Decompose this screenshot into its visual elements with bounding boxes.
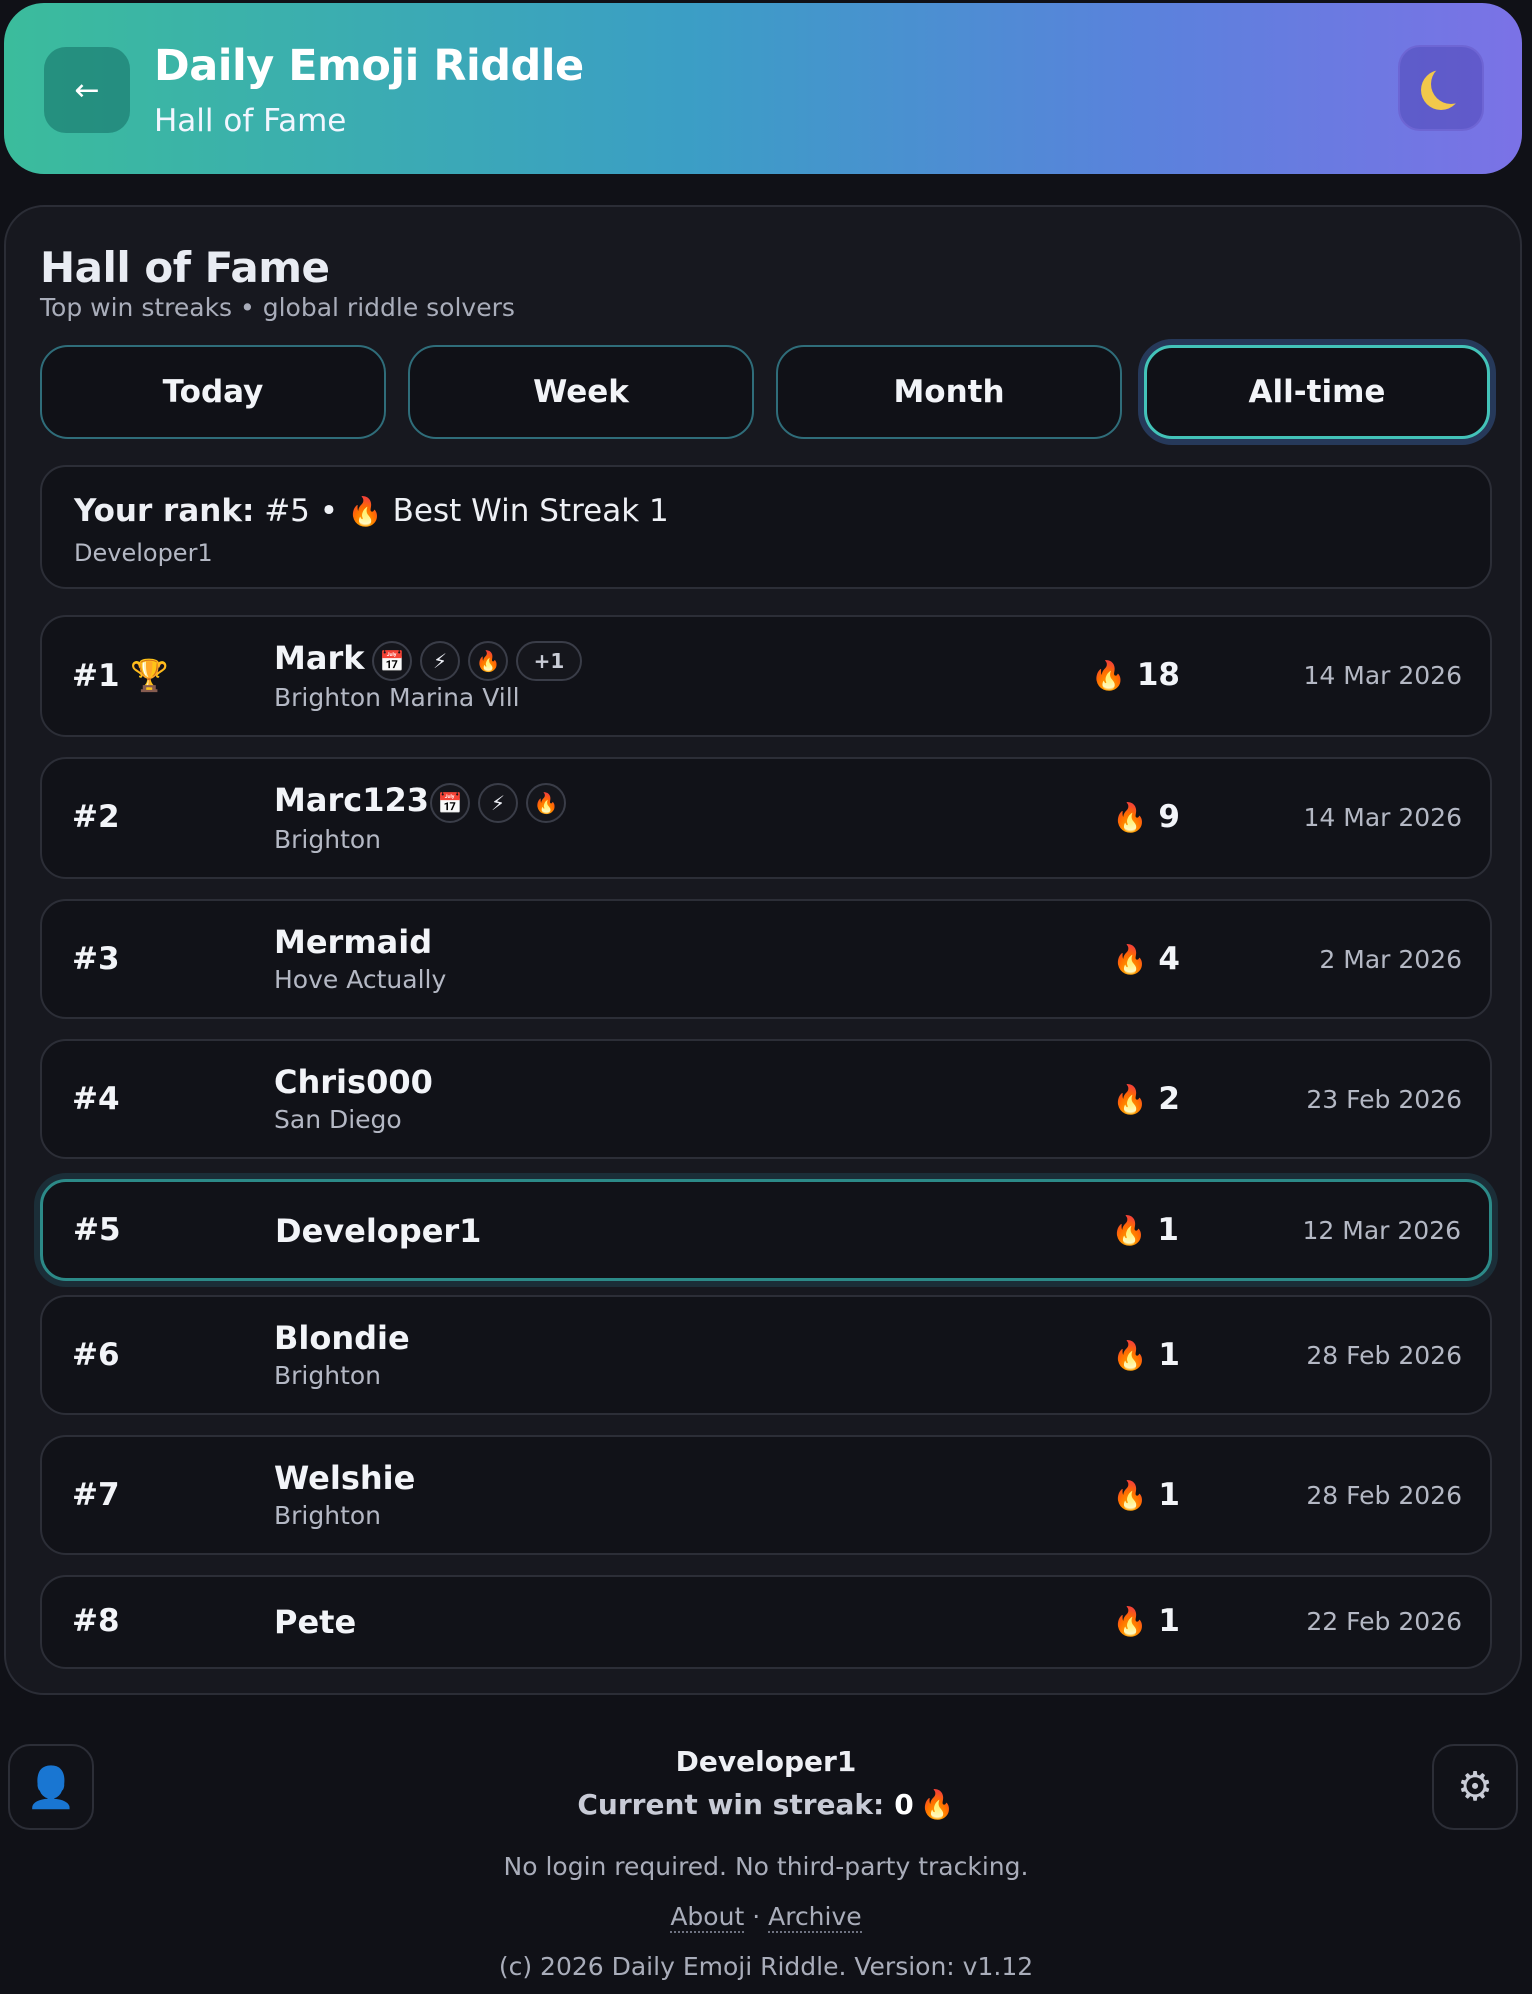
more-badges-count[interactable]: +1: [516, 641, 582, 681]
rank-number: #7: [72, 1477, 120, 1513]
streak-date: 22 Feb 2026: [1306, 1607, 1462, 1636]
calendar-badge-icon: 📅: [372, 641, 412, 681]
rank-number: #1 🏆: [72, 658, 169, 694]
leaderboard-row[interactable]: #2 Marc123 📅 ⚡ 🔥 Brighton 🔥 9 14 Mar 202…: [40, 757, 1492, 879]
streak-value: 🔥 9: [1112, 799, 1180, 835]
current-streak-value: 0: [894, 1788, 914, 1821]
streak-date: 14 Mar 2026: [1303, 661, 1463, 690]
player-name: Mark: [274, 639, 365, 677]
fire-icon: 🔥: [347, 495, 383, 528]
link-separator: ·: [752, 1902, 761, 1931]
player-location: Brighton Marina Vill: [274, 683, 520, 712]
player-name: Welshie: [274, 1459, 416, 1497]
player-location: San Diego: [274, 1105, 402, 1134]
leaderboard-row[interactable]: #8 Pete 🔥 1 22 Feb 2026: [40, 1575, 1492, 1669]
moon-icon: [1431, 64, 1471, 104]
streak-date: 12 Mar 2026: [1302, 1216, 1462, 1245]
fire-icon: 🔥: [1112, 1339, 1148, 1372]
fire-icon: 🔥: [1111, 1214, 1147, 1247]
calendar-badge-icon: 📅: [430, 783, 470, 823]
footer-username: Developer1: [675, 1745, 857, 1778]
rank-number: #4: [72, 1081, 120, 1117]
fire-icon: 🔥: [1112, 1605, 1148, 1638]
player-location: Brighton: [274, 825, 382, 854]
player-name: Pete: [274, 1603, 357, 1641]
leaderboard-row[interactable]: #3 Mermaid Hove Actually 🔥 4 2 Mar 2026: [40, 899, 1492, 1019]
streak-date: 28 Feb 2026: [1306, 1481, 1462, 1510]
section-title: Hall of Fame: [40, 243, 330, 292]
footer-links: About · Archive: [0, 1902, 1532, 1933]
tab-month[interactable]: Month: [776, 345, 1122, 439]
fire-icon: 🔥: [1112, 1479, 1148, 1512]
best-streak-text: Best Win Streak 1: [392, 493, 669, 529]
section-subtitle: Top win streaks • global riddle solvers: [40, 293, 515, 322]
copyright: (c) 2026 Daily Emoji Riddle. Version: v1…: [498, 1952, 1034, 1981]
player-name: Developer1: [275, 1212, 482, 1250]
fire-icon: 🔥: [1112, 801, 1148, 834]
badge-list: 📅 ⚡ 🔥 +1: [372, 641, 582, 681]
streak-value: 🔥 1: [1112, 1477, 1180, 1513]
player-name: Marc123: [274, 781, 429, 819]
lightning-badge-icon: ⚡: [420, 641, 460, 681]
fire-icon: 🔥: [1112, 1083, 1148, 1116]
player-location: Hove Actually: [274, 965, 447, 994]
fire-icon: 🔥: [1091, 659, 1127, 692]
player-name: Chris000: [274, 1063, 433, 1101]
rank-number: #5: [73, 1212, 121, 1248]
your-rank-value: #5: [264, 493, 310, 529]
streak-value: 🔥 18: [1091, 657, 1180, 693]
rank-number: #8: [72, 1603, 120, 1639]
app-subtitle: Hall of Fame: [154, 103, 347, 139]
streak-date: 2 Mar 2026: [1319, 945, 1462, 974]
leaderboard-row-current-user[interactable]: #5 Developer1 🔥 1 12 Mar 2026: [40, 1179, 1492, 1281]
streak-value: 🔥 1: [1111, 1212, 1179, 1248]
streak-date: 23 Feb 2026: [1306, 1085, 1462, 1114]
streak-value: 🔥 2: [1112, 1081, 1180, 1117]
app-title: Daily Emoji Riddle: [154, 41, 584, 91]
theme-toggle-button[interactable]: [1398, 45, 1484, 131]
your-rank-line: Your rank: #5 • 🔥 Best Win Streak 1: [74, 493, 669, 529]
your-rank-username: Developer1: [74, 539, 213, 567]
separator-dot: •: [319, 493, 339, 529]
current-streak-label: Current win streak:: [577, 1788, 885, 1821]
streak-value: 🔥 1: [1112, 1337, 1180, 1373]
about-link[interactable]: About: [670, 1902, 745, 1933]
streak-date: 28 Feb 2026: [1306, 1341, 1462, 1370]
tab-today[interactable]: Today: [40, 345, 386, 439]
tab-all-time[interactable]: All-time: [1144, 345, 1490, 439]
rank-number: #6: [72, 1337, 120, 1373]
badge-list: 📅 ⚡ 🔥: [430, 783, 566, 823]
privacy-note: No login required. No third-party tracki…: [503, 1852, 1029, 1881]
hall-of-fame-panel: Hall of Fame Top win streaks • global ri…: [4, 205, 1522, 1695]
lightning-badge-icon: ⚡: [478, 783, 518, 823]
rank-number: #2: [72, 799, 120, 835]
player-name: Mermaid: [274, 923, 433, 961]
current-streak: Current win streak: 0 🔥: [0, 1788, 1532, 1821]
streak-value: 🔥 4: [1112, 941, 1180, 977]
archive-link[interactable]: Archive: [768, 1902, 862, 1933]
trophy-icon: 🏆: [130, 658, 169, 694]
leaderboard-row[interactable]: #1 🏆 Mark 📅 ⚡ 🔥 +1 Brighton Marina Vill …: [40, 615, 1492, 737]
leaderboard-row[interactable]: #7 Welshie Brighton 🔥 1 28 Feb 2026: [40, 1435, 1492, 1555]
fire-badge-icon: 🔥: [468, 641, 508, 681]
your-rank-label: Your rank:: [74, 493, 255, 529]
player-location: Brighton: [274, 1361, 382, 1390]
fire-badge-icon: 🔥: [526, 783, 566, 823]
leaderboard-row[interactable]: #6 Blondie Brighton 🔥 1 28 Feb 2026: [40, 1295, 1492, 1415]
player-name: Blondie: [274, 1319, 410, 1357]
leaderboard-row[interactable]: #4 Chris000 San Diego 🔥 2 23 Feb 2026: [40, 1039, 1492, 1159]
arrow-left-icon: ←: [74, 72, 100, 108]
app-header: ← Daily Emoji Riddle Hall of Fame: [4, 3, 1522, 174]
player-location: Brighton: [274, 1501, 382, 1530]
back-button[interactable]: ←: [44, 47, 130, 133]
fire-icon: 🔥: [919, 1788, 955, 1821]
fire-icon: 🔥: [1112, 943, 1148, 976]
your-rank-card: Your rank: #5 • 🔥 Best Win Streak 1 Deve…: [40, 465, 1492, 589]
rank-number: #3: [72, 941, 120, 977]
streak-date: 14 Mar 2026: [1303, 803, 1463, 832]
streak-value: 🔥 1: [1112, 1603, 1180, 1639]
tab-week[interactable]: Week: [408, 345, 754, 439]
